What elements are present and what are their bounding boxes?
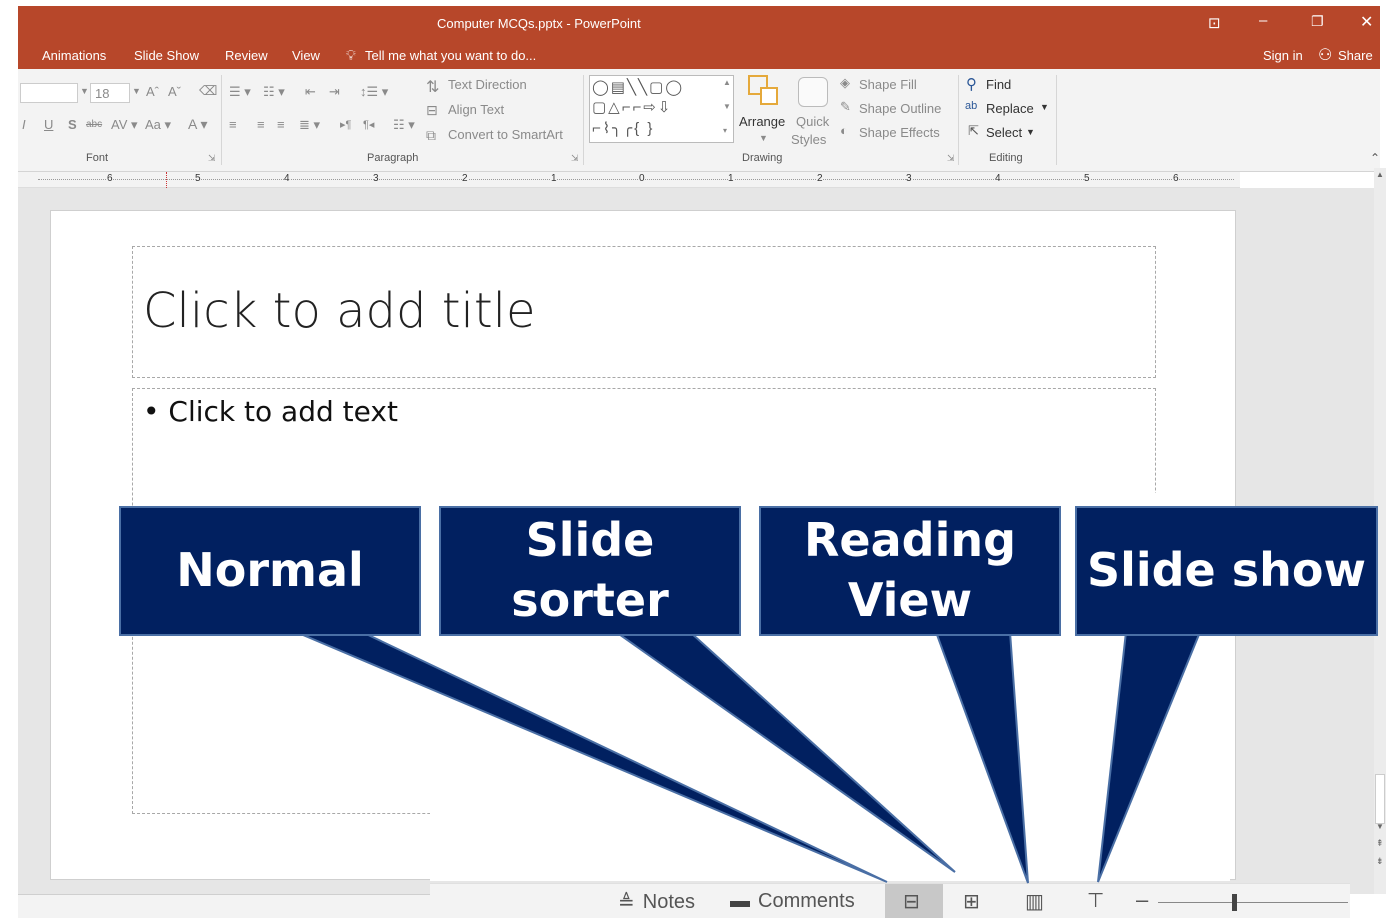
callout-slide-sorter: Slide sorter — [439, 506, 741, 636]
reading-view-pointer — [934, 631, 1029, 884]
callout-normal: Normal — [119, 506, 421, 636]
callout-pointers — [295, 631, 1202, 884]
callout-slide-show-label: Slide show — [1086, 543, 1367, 598]
callout-reading-view: Reading View — [759, 506, 1061, 636]
callout-reading-view-label: Reading View — [803, 513, 1017, 627]
callout-slide-sorter-label: Slide sorter — [511, 513, 669, 627]
callout-normal-label: Normal — [176, 543, 364, 598]
callout-slide-show: Slide show — [1075, 506, 1378, 636]
slide-show-pointer — [1097, 631, 1202, 883]
